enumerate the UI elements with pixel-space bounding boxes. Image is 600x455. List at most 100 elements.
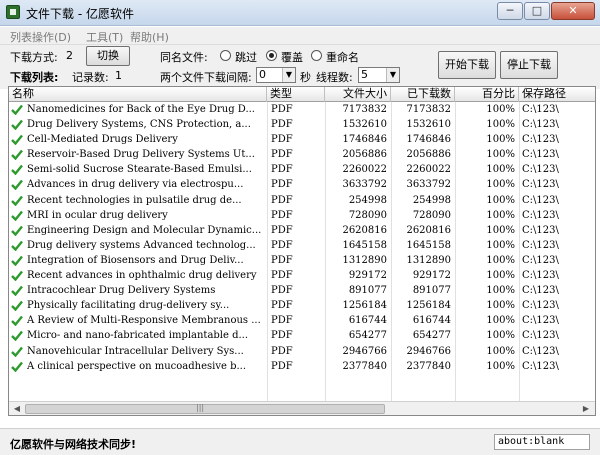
table-row[interactable]: Drug Delivery Systems, CNS Protection, a…	[9, 117, 595, 132]
table-row[interactable]: Cell-Mediated Drugs Delivery PDF 1746846 17…	[9, 132, 595, 147]
column-name[interactable]: 名称	[9, 87, 267, 102]
table-row[interactable]: Intracochlear Drug Delivery Systems PDF 89…	[9, 283, 595, 298]
cell-type: PDF	[271, 345, 293, 357]
overwrite-radio[interactable]	[266, 50, 277, 61]
checkmark-icon[interactable]	[11, 255, 23, 266]
cell-name: Engineering Design and Molecular Dynamic…	[27, 224, 262, 236]
checkmark-icon[interactable]	[11, 195, 23, 206]
column-size[interactable]: 文件大小	[325, 87, 391, 102]
menu-list-ops[interactable]: 列表操作(D)	[10, 29, 71, 45]
cell-type: PDF	[271, 254, 293, 266]
menu-tools[interactable]: 工具(T)	[86, 29, 123, 45]
stop-download-button[interactable]: 停止下载	[500, 51, 558, 79]
cell-type: PDF	[271, 224, 293, 236]
scroll-left-arrow-icon[interactable]: ◀	[10, 403, 24, 415]
table-row[interactable]: Drug delivery systems Advanced technolog…	[9, 238, 595, 253]
cell-name: Nanomedicines for Back of the Eye Drug D…	[27, 104, 255, 115]
cell-downloaded: 891077	[412, 285, 451, 297]
menu-bar: 列表操作(D) 工具(T) 帮助(H)	[0, 27, 600, 45]
chevron-down-icon: ▼	[282, 68, 295, 82]
table-row[interactable]: Recent technologies in pulsatile drug de…	[9, 193, 595, 208]
interval-select-value: 0	[259, 68, 266, 81]
cell-save-path: C:\123\	[522, 330, 559, 342]
close-button[interactable]: ✕	[551, 2, 595, 20]
cell-type: PDF	[271, 330, 293, 342]
table-body: Nanomedicines for Back of the Eye Drug D…	[9, 102, 595, 374]
cell-downloaded: 2620816	[406, 224, 451, 236]
table-row[interactable]: Physically facilitating drug-delivery sy…	[9, 298, 595, 313]
cell-type: PDF	[271, 119, 293, 131]
minimize-button[interactable]: ─	[497, 2, 523, 20]
table-row[interactable]: A Review of Multi-Responsive Membranous …	[9, 313, 595, 328]
start-download-button[interactable]: 开始下载	[438, 51, 496, 79]
checkmark-icon[interactable]	[11, 361, 23, 372]
maximize-button[interactable]: □	[524, 2, 550, 20]
title-bar: 文件下载 - 亿愿软件 ─ □ ✕	[0, 0, 600, 26]
checkmark-icon[interactable]	[11, 210, 23, 221]
cell-percent: 100%	[486, 315, 515, 327]
checkmark-icon[interactable]	[11, 164, 23, 176]
cell-save-path: C:\123\	[522, 134, 559, 146]
table-row[interactable]: Reservoir-Based Drug Delivery Systems Ut…	[9, 147, 595, 162]
checkmark-icon[interactable]	[11, 330, 23, 342]
cell-save-path: C:\123\	[522, 209, 559, 221]
horizontal-scrollbar[interactable]: ◀ ||| ▶	[9, 401, 595, 415]
cell-percent: 100%	[486, 300, 515, 312]
cell-percent: 100%	[486, 164, 515, 176]
cell-percent: 100%	[486, 345, 515, 357]
table-row[interactable]: Engineering Design and Molecular Dynamic…	[9, 223, 595, 238]
table-row[interactable]: Semi-solid Sucrose Stearate-Based Emulsi…	[9, 162, 595, 177]
download-table[interactable]: 名称 类型 文件大小 已下载数 百分比 保存路径 Nanomedicines f…	[8, 86, 596, 416]
checkmark-icon[interactable]	[11, 104, 23, 115]
scrollbar-thumb[interactable]: |||	[25, 403, 385, 414]
checkmark-icon[interactable]	[11, 179, 23, 191]
rename-radio[interactable]	[311, 50, 322, 61]
cell-name: Cell-Mediated Drugs Delivery	[27, 134, 178, 146]
cell-downloaded: 7173832	[406, 104, 451, 115]
threads-select[interactable]: 5 ▼	[358, 67, 400, 83]
menu-help[interactable]: 帮助(H)	[130, 29, 169, 45]
column-downloaded[interactable]: 已下载数	[391, 87, 455, 102]
scroll-right-arrow-icon[interactable]: ▶	[579, 403, 593, 415]
cell-size: 7173832	[342, 104, 387, 115]
checkmark-icon[interactable]	[11, 134, 23, 146]
cell-size: 2620816	[342, 224, 387, 236]
cell-downloaded: 728090	[412, 209, 451, 221]
cell-save-path: C:\123\	[522, 239, 559, 251]
table-row[interactable]: Advances in drug delivery via electrospu…	[9, 177, 595, 192]
checkmark-icon[interactable]	[11, 149, 23, 161]
overwrite-radio-label: 覆盖	[281, 51, 303, 64]
table-row[interactable]: A clinical perspective on mucoadhesive b…	[9, 359, 595, 374]
cell-downloaded: 2260022	[406, 164, 451, 176]
checkmark-icon[interactable]	[11, 270, 23, 282]
skip-radio-label: 跳过	[235, 51, 257, 64]
table-row[interactable]: MRI in ocular drug delivery PDF 728090 7280…	[9, 208, 595, 223]
checkmark-icon[interactable]	[11, 346, 23, 357]
cell-name: MRI in ocular drug delivery	[27, 209, 168, 221]
cell-downloaded: 2056886	[406, 149, 451, 161]
switch-button[interactable]: 切换	[86, 46, 130, 66]
cell-percent: 100%	[486, 270, 515, 282]
status-message: 亿愿软件与网络技术同步!	[10, 438, 137, 451]
column-save-path[interactable]: 保存路径	[519, 87, 595, 102]
checkmark-icon[interactable]	[11, 225, 23, 236]
cell-save-path: C:\123\	[522, 345, 559, 357]
cell-downloaded: 2377840	[406, 360, 451, 372]
table-row[interactable]: Micro- and nano-fabricated implantable d…	[9, 328, 595, 343]
cell-type: PDF	[271, 134, 293, 146]
table-row[interactable]: Nanovehicular Intracellular Delivery Sys…	[9, 344, 595, 359]
column-percent[interactable]: 百分比	[455, 87, 519, 102]
table-row[interactable]: Recent advances in ophthalmic drug deliv…	[9, 268, 595, 283]
interval-select[interactable]: 0 ▼	[256, 67, 296, 83]
cell-name: Drug delivery systems Advanced technolog…	[27, 239, 256, 251]
column-type[interactable]: 类型	[267, 87, 325, 102]
cell-downloaded: 616744	[412, 315, 451, 327]
checkmark-icon[interactable]	[11, 240, 23, 251]
table-row[interactable]: Nanomedicines for Back of the Eye Drug D…	[9, 102, 595, 117]
skip-radio[interactable]	[220, 50, 231, 61]
checkmark-icon[interactable]	[11, 285, 23, 297]
checkmark-icon[interactable]	[11, 300, 23, 312]
table-row[interactable]: Integration of Biosensors and Drug Deliv…	[9, 253, 595, 268]
checkmark-icon[interactable]	[11, 119, 23, 131]
checkmark-icon[interactable]	[11, 315, 23, 327]
